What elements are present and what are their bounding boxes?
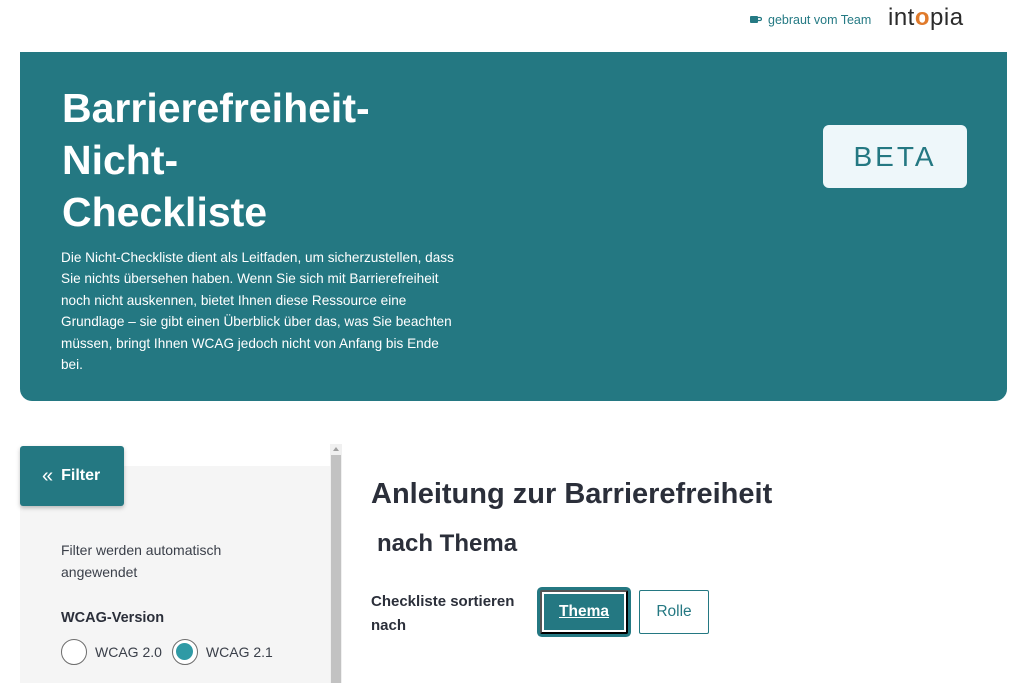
- filter-toggle-button[interactable]: « Filter: [20, 446, 124, 506]
- filter-sidebar: « Filter Filter werden automatisch angew…: [20, 444, 342, 683]
- beta-badge: BETA: [823, 125, 967, 188]
- intopia-logo[interactable]: intopia: [888, 4, 964, 32]
- radio-wcag-2-1[interactable]: WCAG 2.1: [171, 639, 273, 665]
- radio-label: WCAG 2.0: [95, 644, 162, 660]
- wcag-version-options: WCAG 2.0 WCAG 2.1: [61, 639, 283, 665]
- section-subtitle: nach Thema: [377, 530, 518, 557]
- section-title: Anleitung zur Barrierefreiheit: [371, 478, 773, 510]
- sort-label: Checkliste sortieren nach: [371, 593, 515, 634]
- filter-button-label: Filter: [61, 467, 101, 484]
- filter-note: Filter werden automatisch angewendet: [61, 542, 222, 580]
- radio-wcag-2-0[interactable]: WCAG 2.0: [61, 639, 162, 665]
- wcag-version-heading: WCAG-Version: [61, 610, 165, 626]
- hero-banner: Barrierefreiheit- Nicht- Checkliste Die …: [20, 52, 1007, 401]
- radio-button-checked[interactable]: [171, 639, 198, 665]
- radio-label: WCAG 2.1: [205, 644, 273, 660]
- page-title: Barrierefreiheit- Nicht- Checkliste: [62, 85, 370, 235]
- sidebar-scrollbar[interactable]: [330, 444, 342, 683]
- scroll-thumb[interactable]: [331, 455, 341, 683]
- top-bar: gebraut vom Team intopia: [0, 0, 1024, 44]
- hero-description: Die Nicht-Checkliste dient als Leitfaden…: [61, 250, 454, 373]
- double-chevron-left-icon: «: [42, 465, 54, 487]
- sort-by-topic-button[interactable]: Thema: [540, 590, 628, 634]
- scroll-up-arrow-icon[interactable]: [333, 447, 339, 451]
- sort-by-role-button[interactable]: Rolle: [639, 590, 709, 634]
- brewed-by-team[interactable]: gebraut vom Team: [750, 13, 871, 27]
- brewed-label: gebraut vom Team: [768, 13, 872, 27]
- radio-button[interactable]: [61, 639, 87, 665]
- coffee-cup-icon: [750, 15, 762, 26]
